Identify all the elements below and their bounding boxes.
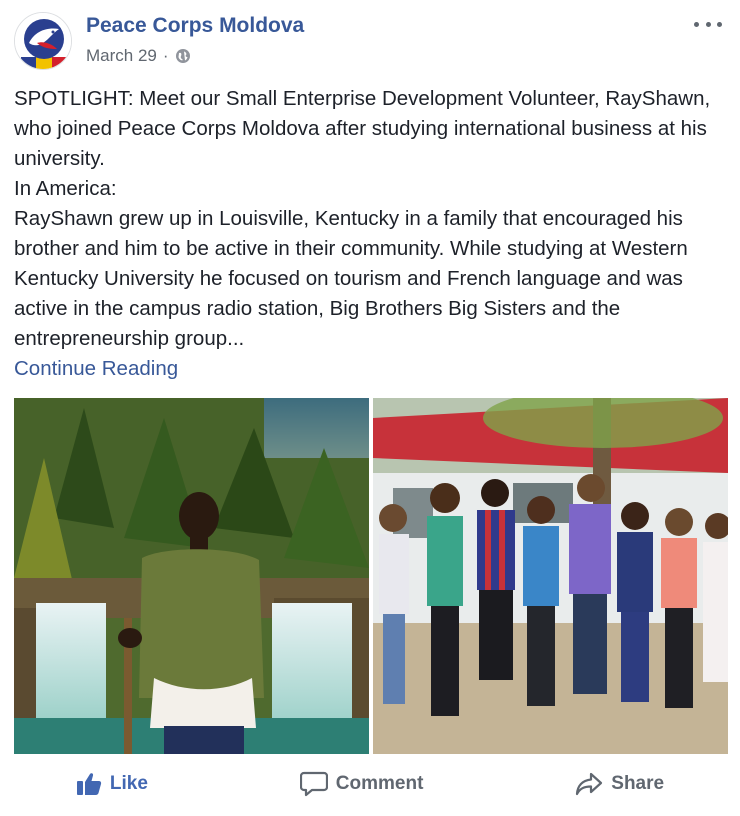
comment-button[interactable]: Comment <box>299 771 424 797</box>
post-date[interactable]: March 29 <box>86 46 157 66</box>
post-actions: Like Comment Share <box>0 758 740 810</box>
page-name-link[interactable]: Peace Corps Moldova <box>86 14 304 38</box>
globe-icon <box>175 49 190 63</box>
waterfall-photo[interactable] <box>14 398 369 754</box>
photo-grid <box>14 398 728 754</box>
post-header: Peace Corps Moldova March 29 · <box>14 12 726 72</box>
share-label: Share <box>611 773 665 794</box>
share-button[interactable]: Share <box>575 772 664 796</box>
peace-corps-logo <box>15 13 71 69</box>
waterfall-photo-image <box>14 398 369 754</box>
meta-separator: · <box>162 46 169 65</box>
post-paragraph: SPOTLIGHT: Meet our Small Enterprise Dev… <box>14 87 711 170</box>
post-body: SPOTLIGHT: Meet our Small Enterprise Dev… <box>14 84 728 384</box>
comment-icon <box>299 771 328 797</box>
group-photo-image <box>373 398 728 754</box>
post-paragraph: In America: <box>14 177 117 200</box>
post-meta: March 29 · <box>86 46 191 66</box>
like-label: Like <box>109 773 148 794</box>
thumbs-up-icon <box>76 773 102 795</box>
like-button[interactable]: Like <box>76 772 148 796</box>
more-dot <box>705 21 711 27</box>
comment-label: Comment <box>335 773 424 794</box>
more-dot <box>694 21 699 27</box>
post-paragraph: RayShawn grew up in Louisville, Kentucky… <box>14 207 688 350</box>
more-dot <box>717 21 722 27</box>
more-options-icon[interactable] <box>694 14 722 34</box>
page-avatar[interactable] <box>14 12 72 70</box>
continue-reading-link[interactable]: Continue Reading <box>14 357 178 380</box>
group-photo[interactable] <box>373 398 728 754</box>
share-icon <box>576 772 603 796</box>
